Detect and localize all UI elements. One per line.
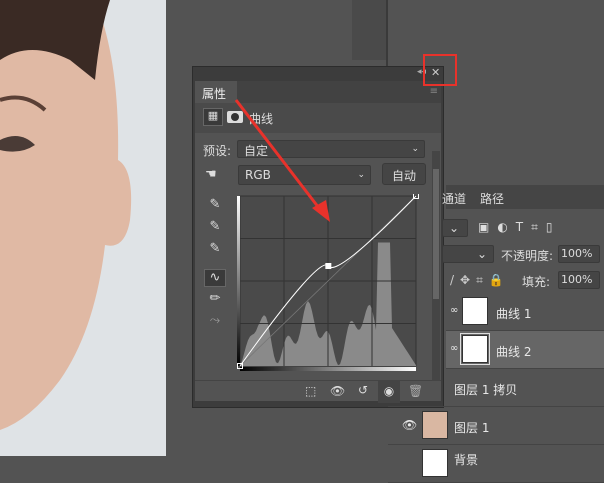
annotation-arrow (234, 99, 330, 222)
